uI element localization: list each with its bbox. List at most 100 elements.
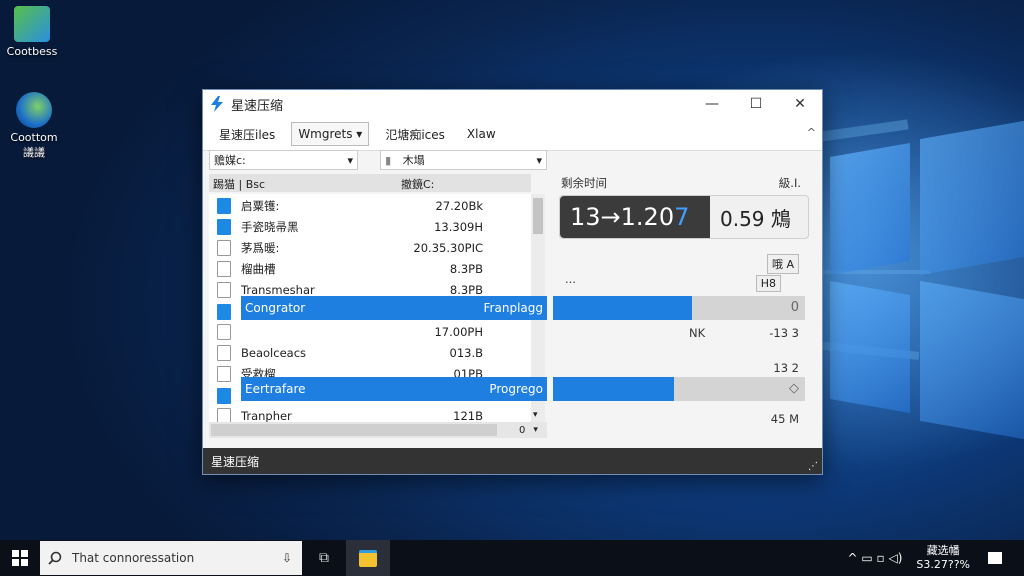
title-bar[interactable]: 星速压缩 — ☐ ✕ [203,90,822,118]
timer-main-value: 13→1.20 [570,203,675,231]
app-icon [16,92,52,128]
menu-item-file[interactable]: 星速压iles [213,122,281,147]
timer-main: 13→1.20 7 [560,196,710,238]
notification-icon[interactable] [988,552,1002,564]
file-row[interactable]: 手瓷晓帚黑 13.309H [209,217,531,237]
file-name: 茅爲暖: [241,241,280,255]
task-view-icon[interactable]: ⧉ [302,540,346,576]
progress-bar-1: 0 [553,296,805,320]
scrollbar-thumb[interactable] [211,424,497,436]
microphone-icon[interactable]: ⇩ [282,551,292,565]
resize-grip-icon[interactable]: ⋰ [808,461,818,472]
progress-bar-2: ◇ [553,377,805,401]
file-explorer-icon[interactable] [346,540,390,576]
tray-icons[interactable]: ^ ▭ ▫ ◁) [848,551,903,565]
path-dropdown[interactable]: 赡媒c: ▾ [209,150,359,170]
minimize-button[interactable]: — [690,90,734,118]
desktop-icon-label: Cootbess [6,45,58,58]
collapse-ribbon-icon[interactable]: ^ [807,126,816,139]
file-row[interactable]: 启粟镬: 27.20Bk [209,196,531,216]
file-row[interactable]: 17.00PH [209,322,531,342]
bottom-value: 45 M [770,412,799,426]
remaining-time-label: 剩余时间 [561,176,607,190]
wallpaper-pane [920,280,1024,440]
scrollbar-thumb[interactable] [533,198,543,234]
type-dropdown-label: 木塌 [402,154,425,167]
taskbar: That connoressation ⇩ ⧉ ^ ▭ ▫ ◁) 藏选幡 S3.… [0,540,1024,576]
desktop-icon-2[interactable]: Coottom 議議 [0,92,74,160]
timer-secondary: 0.59 鴆 [720,206,791,231]
timer-display: 13→1.20 7 0.59 鴆 [559,195,809,239]
taskbar-search[interactable]: That connoressation ⇩ [40,541,302,575]
close-button[interactable]: ✕ [778,90,822,118]
column-header: 踢猫 | Bsc 撤鏡C: [209,174,531,192]
file-name: 榴曲槽 [241,262,276,276]
file-size: 27.20Bk [435,199,483,213]
maximize-button[interactable]: ☐ [734,90,778,118]
clock[interactable]: 藏选幡 S3.27??% [916,544,970,572]
column-size[interactable]: 撤鏡C: [397,174,438,192]
file-size: 013.B [449,346,484,360]
mid-value: 13 2 [773,361,799,375]
system-tray: ^ ▭ ▫ ◁) 藏选幡 S3.27??% [848,540,1024,576]
badge-b[interactable]: H8 [755,275,781,292]
file-name: Transmeshar [241,283,315,297]
hscroll-value: 0 [519,424,526,436]
chevron-down-icon: ▾ [536,153,542,167]
document-icon [217,261,231,277]
folder-icon [217,304,231,320]
status-text: 星速压缩 [211,454,260,469]
menu-item-help[interactable]: Xlaw [461,123,502,145]
horizontal-scrollbar[interactable]: 0 ▾ [209,422,547,438]
under-progress-left: NK [689,326,706,340]
chevron-down-icon[interactable]: ▾ [533,425,538,435]
progress-end-value: 0 [790,300,799,315]
start-button[interactable] [0,540,40,576]
scroll-down-icon[interactable]: ▾ [533,410,538,420]
file-name: Tranpher [241,409,292,423]
column-name[interactable]: 踢猫 | Bsc [209,174,357,192]
badge-a[interactable]: 哦 A [766,254,799,274]
file-size: 17.00PH [434,325,483,339]
menu-item-manage[interactable]: Wmgrets ▾ [291,122,370,146]
archive-icon: ▮ [385,154,392,167]
desktop-icon-1[interactable]: Cootbess [0,6,72,58]
document-icon [217,366,231,382]
window-title: 星速压缩 [231,98,284,114]
app-icon [14,6,50,42]
path-dropdown-value: 赡媒c: [214,154,246,167]
search-placeholder: That connoressation [72,551,195,565]
file-size: 121B [453,409,483,423]
document-icon [217,240,231,256]
folder-icon [217,198,231,214]
task-status: Franplagg [483,301,543,315]
filter-row: 赡媒c: ▾ ▮ 木塌 ▾ [209,150,547,170]
under-progress-right: -13 3 [769,326,799,340]
folder-icon [217,388,231,404]
lightning-logo-icon [211,96,223,112]
active-task-row-2[interactable]: Eertrafare Progrego [241,377,547,401]
menu-item-view[interactable]: 氾塘痴ices [379,122,451,147]
menu-bar: 星速压iles Wmgrets ▾ 氾塘痴ices Xlaw ^ [203,118,822,151]
document-icon [217,282,231,298]
type-dropdown-value: ▮ 木塌 [385,152,425,168]
search-icon [48,551,62,565]
file-size: 8.3PB [449,283,483,297]
diamond-icon: ◇ [789,381,799,396]
status-bar: 星速压缩 ⋰ [203,448,822,474]
file-row[interactable]: 榴曲槽 8.3PB [209,259,531,279]
file-row[interactable]: 茅爲暖: 20.35.30PIC [209,238,531,258]
windows-logo-icon [12,550,28,566]
file-size: 13.309H [434,220,483,234]
type-dropdown[interactable]: ▮ 木塌 ▾ [380,150,547,170]
task-status: Progrego [489,382,543,396]
file-name: 手瓷晓帚黑 [241,220,299,234]
app-window: 星速压缩 — ☐ ✕ 星速压iles Wmgrets ▾ 氾塘痴ices Xla… [202,89,823,475]
timer-cursor: 7 [674,203,690,231]
task-name: Congrator [245,301,306,315]
file-size: 20.35.30PIC [413,241,483,255]
clock-date: S3.27??% [916,558,970,571]
wallpaper-pane [830,142,910,276]
file-row[interactable]: Beaolceacs 013.B [209,343,531,363]
active-task-row-1[interactable]: Congrator Franplagg [241,296,547,320]
